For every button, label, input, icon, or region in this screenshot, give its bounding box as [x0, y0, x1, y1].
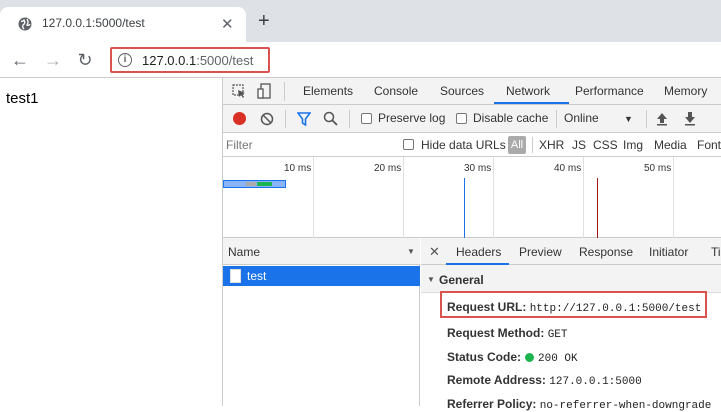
filter-icon[interactable] [297, 112, 311, 126]
network-overview-timeline[interactable]: 10 ms 20 ms 30 ms 40 ms 50 ms [223, 157, 721, 238]
filter-type-xhr[interactable]: XHR [539, 138, 564, 152]
filter-input[interactable] [226, 136, 390, 154]
collapse-triangle-icon[interactable]: ▼ [427, 275, 435, 284]
hide-data-urls-label: Hide data URLs [421, 138, 506, 152]
throttling-select[interactable]: Online [564, 111, 599, 125]
tab-memory[interactable]: Memory [664, 84, 707, 98]
new-tab-icon[interactable]: + [258, 11, 270, 31]
browser-tab[interactable]: 127.0.0.1:5000/test ✕ [0, 7, 246, 42]
header-row-status-code: Status Code: 200 OK [447, 350, 578, 365]
filter-type-css[interactable]: CSS [593, 138, 618, 152]
tab-preview[interactable]: Preview [519, 245, 562, 259]
tab-divider [284, 82, 285, 101]
highlight-box [440, 291, 707, 318]
inspect-element-icon[interactable] [232, 84, 247, 99]
grid-line [313, 157, 314, 238]
active-tab-indicator [494, 102, 569, 104]
tab-timing[interactable]: Ti [711, 245, 721, 259]
domcontentloaded-marker [464, 178, 465, 238]
name-column-header[interactable]: Name ▼ [223, 238, 420, 265]
divider [285, 110, 286, 128]
timeline-tick: 40 ms [554, 163, 582, 174]
record-icon[interactable] [233, 112, 246, 125]
filter-type-font[interactable]: Font [697, 138, 721, 152]
divider [349, 110, 350, 128]
grid-line [493, 157, 494, 238]
network-controls: Preserve log Disable cache Online ▼ [223, 105, 721, 133]
device-toggle-icon[interactable] [257, 83, 271, 99]
export-har-icon[interactable] [684, 111, 696, 126]
site-info-icon[interactable]: i [118, 53, 132, 67]
disable-cache-checkbox[interactable] [456, 113, 467, 124]
general-section-title: General [439, 273, 484, 287]
address-bar[interactable]: i 127.0.0.1:5000/test [110, 47, 270, 73]
globe-icon [18, 17, 32, 31]
clear-icon[interactable] [260, 112, 274, 126]
request-name: test [247, 269, 267, 283]
divider [646, 110, 647, 128]
request-details: ✕ Headers Preview Response Initiator Ti … [421, 238, 721, 412]
preserve-log-checkbox[interactable] [361, 113, 372, 124]
timeline-tick: 20 ms [374, 163, 402, 174]
devtools-panel: Elements Console Sources Network Perform… [222, 78, 721, 412]
filter-type-img[interactable]: Img [623, 138, 643, 152]
import-har-icon[interactable] [656, 111, 668, 126]
search-icon[interactable] [323, 111, 338, 126]
tab-performance[interactable]: Performance [575, 84, 644, 98]
timeline-tick: 50 ms [644, 163, 672, 174]
tab-console[interactable]: Console [374, 84, 418, 98]
grid-line [673, 157, 674, 238]
browser-toolbar: ← → ↻ i 127.0.0.1:5000/test [0, 42, 721, 78]
back-icon[interactable]: ← [9, 49, 31, 71]
tab-response[interactable]: Response [579, 245, 633, 259]
table-row[interactable]: test [223, 266, 420, 286]
hide-data-urls-checkbox[interactable] [403, 139, 414, 150]
load-event-marker [597, 178, 598, 238]
chevron-down-icon[interactable]: ▼ [624, 114, 633, 124]
tab-elements[interactable]: Elements [303, 84, 353, 98]
tab-network[interactable]: Network [506, 84, 550, 98]
reload-icon[interactable]: ↻ [74, 49, 96, 71]
filter-type-all[interactable]: All [508, 136, 526, 154]
document-icon [230, 269, 241, 283]
disable-cache-label: Disable cache [473, 111, 549, 125]
close-details-icon[interactable]: ✕ [429, 244, 440, 260]
details-tabbar: ✕ Headers Preview Response Initiator Ti [421, 238, 721, 265]
filter-type-js[interactable]: JS [572, 138, 586, 152]
timeline-tick: 30 ms [464, 163, 492, 174]
url-text: 127.0.0.1:5000/test [142, 53, 254, 68]
filter-type-media[interactable]: Media [654, 138, 687, 152]
status-ok-icon [525, 353, 535, 362]
filter-bar: Hide data URLs All XHR JS CSS Img Media … [223, 133, 721, 157]
timeline-tick: 10 ms [284, 163, 312, 174]
tab-sources[interactable]: Sources [440, 84, 484, 98]
general-section-header[interactable]: ▼ General [421, 265, 721, 293]
divider [556, 110, 557, 128]
name-column-label: Name [228, 245, 261, 259]
header-row-request-method: Request Method: GET [447, 326, 568, 341]
header-row-referrer-policy: Referrer Policy: no-referrer-when-downgr… [447, 397, 712, 412]
request-waterfall-bar [223, 180, 286, 188]
request-list: Name ▼ test [223, 238, 420, 406]
divider [532, 137, 533, 153]
tab-headers[interactable]: Headers [456, 245, 501, 259]
tab-initiator[interactable]: Initiator [649, 245, 688, 259]
page-body-text: test1 [6, 90, 39, 107]
devtools-tabbar: Elements Console Sources Network Perform… [223, 78, 721, 105]
close-tab-icon[interactable]: ✕ [221, 15, 234, 33]
preserve-log-label: Preserve log [378, 111, 446, 125]
tab-strip: 127.0.0.1:5000/test ✕ + [0, 0, 721, 42]
forward-icon[interactable]: → [42, 49, 64, 71]
grid-line [583, 157, 584, 238]
grid-line [403, 157, 404, 238]
header-row-remote-address: Remote Address: 127.0.0.1:5000 [447, 373, 642, 388]
tab-title: 127.0.0.1:5000/test [42, 16, 145, 30]
sort-arrow-icon[interactable]: ▼ [407, 247, 415, 256]
